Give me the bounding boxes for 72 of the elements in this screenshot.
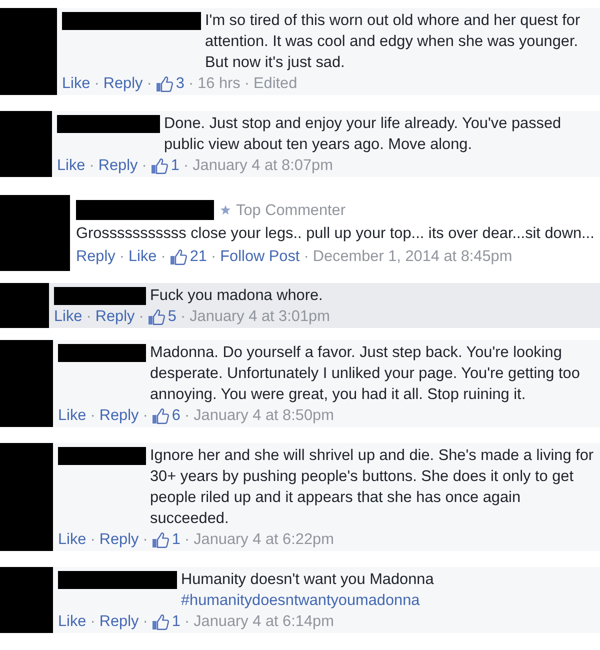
timestamp-link[interactable]: 16 hrs <box>198 73 240 94</box>
separator-dot: · <box>94 74 100 94</box>
redacted-avatar <box>0 111 52 177</box>
thumbs-up-icon <box>150 158 168 174</box>
separator-dot: · <box>142 156 147 176</box>
like-link[interactable]: Like <box>58 529 86 550</box>
thumbs-up-icon <box>170 248 187 264</box>
reply-link[interactable]: Reply <box>76 245 116 268</box>
top-commenter-label: Top Commenter <box>236 200 346 220</box>
reply-link[interactable]: Reply <box>99 611 139 632</box>
like-link[interactable]: Like <box>128 245 157 268</box>
thumbs-up-icon <box>152 532 169 548</box>
separator-dot: · <box>304 247 309 267</box>
timestamp-link[interactable]: December 1, 2014 at 8:45pm <box>312 245 512 268</box>
star-icon <box>220 205 231 215</box>
separator-dot: · <box>180 307 186 327</box>
like-count-link[interactable]: 1 <box>152 529 180 550</box>
separator-dot: · <box>90 612 96 632</box>
hashtag-link[interactable]: #humanitydoesntwantyoumadonna <box>181 592 420 609</box>
timestamp-link[interactable]: January 4 at 6:22pm <box>194 529 334 550</box>
separator-dot: · <box>188 74 194 94</box>
separator-dot: · <box>119 247 124 267</box>
reply-link[interactable]: Reply <box>99 529 139 550</box>
thumbs-up-icon <box>152 408 169 424</box>
like-count-link[interactable]: 5 <box>148 306 176 327</box>
comment-text: Ignore her and she will shrivel up and die. She's made a living for 30+ years by pushing people's buttons. She does it only to get people riled up and it appears that she has once again succeeded. <box>150 447 594 527</box>
comment-text: I'm so tired of this worn out old whore and her quest for attention. It was cool and edgy when she was younger. But now it's just sad. <box>205 12 580 71</box>
comment-text: Humanity doesn't want you Madonna <box>181 571 434 588</box>
timestamp-link[interactable]: January 4 at 8:07pm <box>192 155 333 176</box>
like-count-link[interactable]: 1 <box>152 611 180 632</box>
separator-dot: · <box>86 307 92 327</box>
separator-dot: · <box>244 74 250 94</box>
separator-dot: · <box>142 530 148 550</box>
reply-link[interactable]: Reply <box>98 155 138 176</box>
separator-dot: · <box>183 156 189 176</box>
thumbs-up-icon <box>148 308 165 324</box>
reply-link[interactable]: Reply <box>99 405 139 426</box>
separator-dot: · <box>90 406 96 426</box>
follow-post-link[interactable]: Follow Post <box>220 245 300 268</box>
like-link[interactable]: Like <box>57 155 86 176</box>
thumbs-up-icon <box>156 76 173 92</box>
reply-link[interactable]: Reply <box>95 306 135 327</box>
like-link[interactable]: Like <box>54 306 82 327</box>
like-count-link[interactable]: 3 <box>156 73 184 94</box>
redacted-avatar <box>0 283 49 328</box>
comment-text: Madonna. Do yourself a favor. Just step back. You're looking desperate. Unfortunately I unliked your page. You're getting too annoying. You were great, you had it all. Stop ruining it. <box>150 344 580 403</box>
separator-dot: · <box>138 307 144 327</box>
like-count-link[interactable]: 21 <box>170 245 207 268</box>
separator-dot: · <box>184 530 190 550</box>
separator-dot: · <box>211 247 216 267</box>
separator-dot: · <box>89 156 94 176</box>
redacted-avatar <box>0 567 53 633</box>
reply-link[interactable]: Reply <box>103 73 143 94</box>
separator-dot: · <box>142 406 148 426</box>
separator-dot: · <box>184 612 190 632</box>
comment-text: Grosssssssssss close your legs.. pull up your top... its over dear...sit down... <box>76 225 594 242</box>
separator-dot: · <box>160 247 166 267</box>
like-count-link[interactable]: 6 <box>152 405 180 426</box>
edited-label: Edited <box>254 74 298 94</box>
like-link[interactable]: Like <box>58 611 86 632</box>
like-link[interactable]: Like <box>58 405 86 426</box>
timestamp-link[interactable]: January 4 at 8:50pm <box>194 405 334 426</box>
comment-text: Done. Just stop and enjoy your life already. You've passed public view about ten years ago. Move along. <box>164 115 562 153</box>
separator-dot: · <box>90 530 96 550</box>
like-link[interactable]: Like <box>62 73 90 94</box>
separator-dot: · <box>142 612 148 632</box>
separator-dot: · <box>184 406 190 426</box>
thumbs-up-icon <box>152 614 169 630</box>
comment-text: Fuck you madona whore. <box>150 287 323 304</box>
like-count-link[interactable]: 1 <box>150 155 180 176</box>
separator-dot: · <box>146 74 152 94</box>
timestamp-link[interactable]: January 4 at 6:14pm <box>194 611 334 632</box>
